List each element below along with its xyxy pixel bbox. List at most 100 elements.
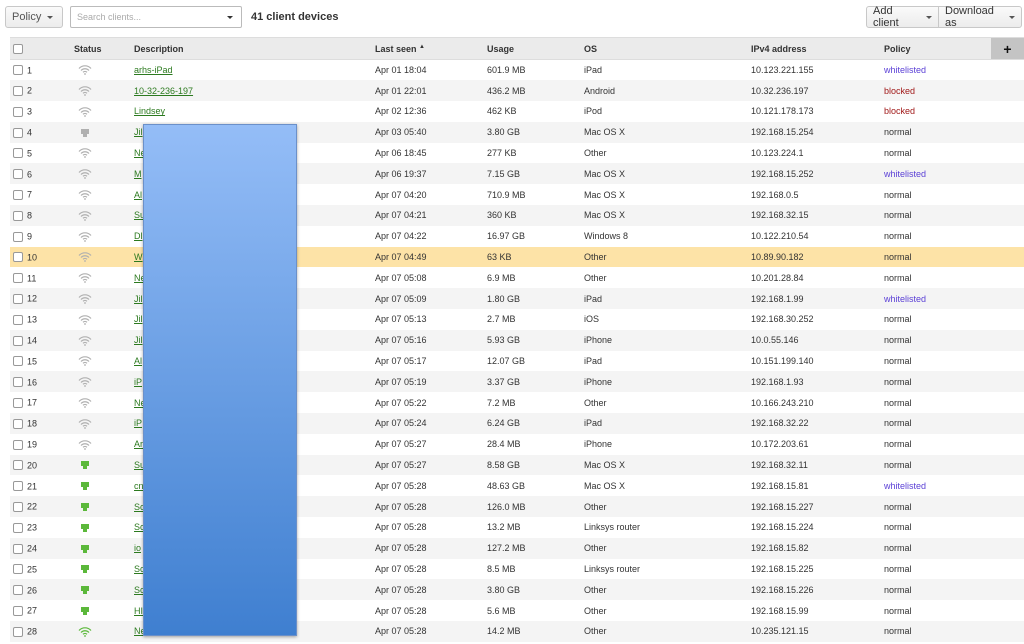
add-column-button[interactable]: + (991, 37, 1024, 60)
row-checkbox[interactable] (13, 127, 23, 138)
row-checkbox[interactable] (13, 356, 23, 367)
row-select-cell[interactable]: 23 (10, 517, 68, 538)
search-dropdown-icon[interactable] (227, 16, 233, 19)
client-description-link[interactable]: Al (134, 356, 142, 366)
row-select-cell[interactable]: 11 (10, 267, 68, 288)
row-select-cell[interactable]: 5 (10, 143, 68, 164)
policy-cell: normal (884, 252, 912, 263)
header-ipv4[interactable]: IPv4 address (751, 37, 884, 60)
select-all-header[interactable] (10, 37, 68, 60)
row-checkbox[interactable] (13, 377, 23, 388)
os-cell: Other (584, 397, 607, 408)
last-seen-cell: Apr 06 18:45 (375, 148, 427, 159)
client-description-link[interactable]: Dl (134, 231, 143, 241)
search-clients-box[interactable] (70, 6, 242, 28)
row-checkbox[interactable] (13, 293, 23, 304)
row-select-cell[interactable]: 3 (10, 101, 68, 122)
row-checkbox[interactable] (13, 335, 23, 346)
row-select-cell[interactable]: 14 (10, 330, 68, 351)
table-row[interactable]: 1 arhs-iPad Apr 01 18:04 601.9 MB iPad 1… (10, 59, 1024, 81)
client-description-link[interactable]: Ar (134, 439, 143, 449)
header-usage[interactable]: Usage (487, 37, 584, 60)
client-description-link[interactable]: M (134, 169, 142, 179)
row-checkbox[interactable] (13, 273, 23, 284)
table-row[interactable]: 2 10-32-236-197 Apr 01 22:01 436.2 MB An… (10, 80, 1024, 102)
row-select-cell[interactable]: 18 (10, 413, 68, 434)
row-checkbox[interactable] (13, 189, 23, 200)
row-select-cell[interactable]: 13 (10, 309, 68, 330)
row-select-cell[interactable]: 19 (10, 434, 68, 455)
row-select-cell[interactable]: 16 (10, 371, 68, 392)
client-description-link[interactable]: Al (134, 190, 142, 200)
row-select-cell[interactable]: 8 (10, 205, 68, 226)
row-select-cell[interactable]: 28 (10, 621, 68, 642)
row-select-cell[interactable]: 26 (10, 579, 68, 600)
download-as-button[interactable]: Download as (938, 5, 1022, 29)
client-description-link[interactable]: Lindsey (134, 106, 165, 116)
row-select-cell[interactable]: 12 (10, 288, 68, 309)
row-checkbox[interactable] (13, 626, 23, 637)
policy-dropdown-button[interactable]: Policy (5, 6, 63, 28)
row-checkbox[interactable] (13, 543, 23, 554)
header-status[interactable]: Status (68, 37, 134, 60)
row-select-cell[interactable]: 2 (10, 80, 68, 101)
client-description-link[interactable]: HI (134, 606, 143, 616)
client-description-link[interactable]: Jil (134, 314, 143, 324)
policy-cell: normal (884, 376, 912, 387)
row-select-cell[interactable]: 20 (10, 455, 68, 476)
client-description-link[interactable]: Jil (134, 335, 143, 345)
client-description-link[interactable]: 10-32-236-197 (134, 86, 193, 96)
row-checkbox[interactable] (13, 314, 23, 325)
client-description-link[interactable]: iP (134, 418, 142, 428)
header-description[interactable]: Description (134, 37, 375, 60)
row-checkbox[interactable] (13, 418, 23, 429)
client-description-link[interactable]: iP (134, 377, 142, 387)
row-checkbox[interactable] (13, 231, 23, 242)
header-last-seen[interactable]: Last seen ▲ (375, 37, 487, 60)
client-description-link[interactable]: arhs-iPad (134, 65, 173, 75)
row-checkbox[interactable] (13, 86, 23, 96)
row-select-cell[interactable]: 7 (10, 184, 68, 205)
row-select-cell[interactable]: 21 (10, 475, 68, 496)
row-checkbox[interactable] (13, 65, 23, 76)
wifi-icon (78, 231, 92, 242)
client-description-link[interactable]: io (134, 543, 141, 553)
row-select-cell[interactable]: 17 (10, 392, 68, 413)
empty-cell (991, 143, 1024, 164)
add-client-button[interactable]: Add client (866, 5, 939, 29)
row-checkbox[interactable] (13, 481, 23, 492)
row-checkbox[interactable] (13, 501, 23, 512)
row-select-cell[interactable]: 4 (10, 122, 68, 143)
os-cell: iPhone (584, 335, 613, 346)
search-clients-input[interactable] (77, 12, 217, 22)
row-checkbox[interactable] (13, 439, 23, 450)
row-checkbox[interactable] (13, 210, 23, 221)
client-description-link[interactable]: Jil (134, 294, 143, 304)
row-select-cell[interactable]: 15 (10, 351, 68, 372)
row-checkbox[interactable] (13, 522, 23, 533)
row-select-cell[interactable]: 27 (10, 600, 68, 621)
row-checkbox[interactable] (13, 252, 23, 263)
row-checkbox[interactable] (13, 564, 23, 575)
row-checkbox[interactable] (13, 605, 23, 616)
row-checkbox[interactable] (13, 397, 23, 408)
header-policy[interactable]: Policy (884, 37, 991, 60)
row-checkbox[interactable] (13, 585, 23, 596)
row-select-cell[interactable]: 10 (10, 247, 68, 268)
table-row[interactable]: 3 Lindsey Apr 02 12:36 462 KB iPod 10.12… (10, 101, 1024, 122)
row-checkbox[interactable] (13, 148, 23, 159)
row-select-cell[interactable]: 6 (10, 163, 68, 184)
row-select-cell[interactable]: 24 (10, 538, 68, 559)
row-select-cell[interactable]: 25 (10, 559, 68, 580)
row-select-cell[interactable]: 22 (10, 496, 68, 517)
client-description-link[interactable]: Jil (134, 127, 143, 137)
select-all-checkbox[interactable] (13, 43, 23, 54)
row-select-cell[interactable]: 9 (10, 226, 68, 247)
header-os[interactable]: OS (584, 37, 751, 60)
last-seen-cell: Apr 07 05:13 (375, 314, 427, 325)
row-checkbox[interactable] (13, 106, 23, 117)
row-checkbox[interactable] (13, 169, 23, 180)
client-description-link[interactable]: W (134, 252, 143, 262)
row-select-cell[interactable]: 1 (10, 60, 68, 81)
row-checkbox[interactable] (13, 460, 23, 471)
